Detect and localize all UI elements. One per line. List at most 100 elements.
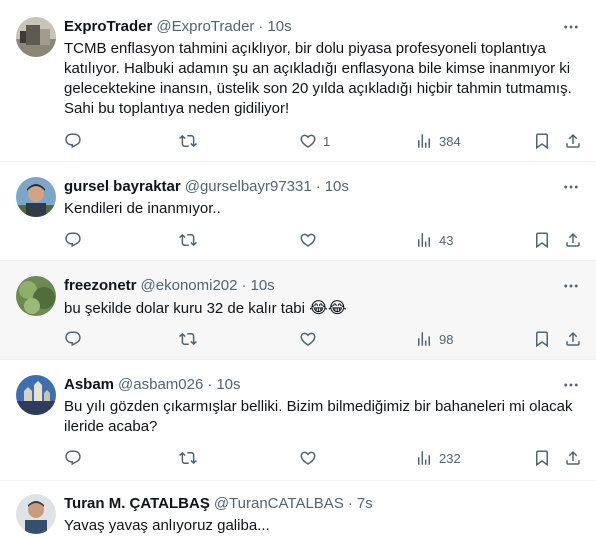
share-icon [564,132,582,150]
share-icon [564,330,582,348]
bookmark-button[interactable] [533,229,551,251]
tweet-text: bu şekilde dolar kuru 32 de kalır tabi [64,300,305,317]
timestamp[interactable]: 10s [267,17,291,37]
like-button[interactable] [299,229,317,251]
like-icon [299,330,317,348]
reply-button[interactable] [64,328,82,350]
user-handle[interactable]: @gurselbayr97331 [185,177,312,197]
views-icon [415,449,433,467]
more-icon [562,277,580,295]
bookmark-button[interactable] [533,130,551,152]
avatar[interactable] [16,375,56,415]
views-button[interactable]: 384 [415,130,461,152]
tweet-actions: 43 [64,229,582,251]
like-icon [299,132,317,150]
views-button[interactable]: 98 [415,328,453,350]
retweet-icon [179,449,197,467]
tweet-item[interactable]: gursel bayraktar @gurselbayr97331 · 10s … [0,162,596,261]
like-icon [299,449,317,467]
reply-icon [64,231,82,249]
timestamp[interactable]: 10s [216,375,240,395]
user-handle[interactable]: @TuranCATALBAS [214,494,344,514]
retweet-icon [179,132,197,150]
tweet-item[interactable]: ExproTrader @ExproTrader · 10s TCMB enfl… [0,0,596,162]
bookmark-icon [533,132,551,150]
bookmark-button[interactable] [533,328,551,350]
tweet-item[interactable]: freezonetr @ekonomi202 · 10s bu şekilde … [0,261,596,360]
bookmark-button[interactable] [533,447,551,469]
timestamp[interactable]: 10s [250,276,274,296]
more-options-button[interactable] [560,276,582,296]
display-name[interactable]: Asbam [64,375,114,395]
avatar[interactable] [16,494,56,534]
views-icon [415,231,433,249]
share-button[interactable] [564,447,582,469]
reply-icon [64,330,82,348]
more-icon [562,178,580,196]
bookmark-icon [533,449,551,467]
like-button[interactable] [299,447,317,469]
views-icon [415,330,433,348]
view-count: 384 [439,133,461,149]
tweet-header: freezonetr @ekonomi202 · 10s [64,261,596,296]
tweet-header: gursel bayraktar @gurselbayr97331 · 10s [64,162,596,197]
reply-icon [64,132,82,150]
like-button[interactable] [299,328,317,350]
tweet-item[interactable]: Turan M. ÇATALBAŞ @TuranCATALBAS · 7s Ya… [0,481,596,538]
reply-feed: ExproTrader @ExproTrader · 10s TCMB enfl… [0,0,596,538]
display-name[interactable]: Turan M. ÇATALBAŞ [64,494,210,514]
tweet-actions: 232 [64,447,582,469]
retweet-button[interactable] [179,447,197,469]
display-name[interactable]: freezonetr [64,276,137,296]
reply-button[interactable] [64,229,82,251]
more-icon [562,376,580,394]
display-name[interactable]: gursel bayraktar [64,177,181,197]
avatar[interactable] [16,276,56,316]
retweet-button[interactable] [179,229,197,251]
tweet-actions: 98 [64,328,582,350]
more-options-button[interactable] [560,17,582,37]
laughing-emoji: 😂😂 [309,298,347,317]
more-options-button[interactable] [560,375,582,395]
tweet-header: Turan M. ÇATALBAŞ @TuranCATALBAS · 7s [64,481,596,514]
bookmark-icon [533,231,551,249]
views-button[interactable]: 232 [415,447,461,469]
share-button[interactable] [564,328,582,350]
retweet-button[interactable] [179,328,197,350]
share-button[interactable] [564,130,582,152]
timestamp[interactable]: 7s [357,494,373,514]
share-icon [564,449,582,467]
tweet-text: Kendileri de inanmıyor.. [64,200,221,217]
views-icon [415,132,433,150]
display-name[interactable]: ExproTrader [64,17,152,37]
reply-icon [64,449,82,467]
avatar[interactable] [16,17,56,57]
bookmark-icon [533,330,551,348]
user-handle[interactable]: @ExproTrader [156,17,254,37]
tweet-text: Bu yılı gözden çıkarmışlar belliki. Bizi… [64,398,573,435]
retweet-icon [179,330,197,348]
avatar[interactable] [16,177,56,217]
share-button[interactable] [564,229,582,251]
timestamp[interactable]: 10s [325,177,349,197]
separator-dot: · [315,178,321,195]
like-count: 1 [323,133,331,149]
reply-button[interactable] [64,130,82,152]
user-handle[interactable]: @ekonomi202 [141,276,238,296]
separator-dot: · [258,18,264,35]
reply-button[interactable] [64,447,82,469]
tweet-text: Yavaş yavaş anlıyoruz galiba... [64,517,270,534]
views-button[interactable]: 43 [415,229,453,251]
tweet-header: ExproTrader @ExproTrader · 10s [64,0,596,37]
separator-dot: · [207,376,213,393]
tweet-header: Asbam @asbam026 · 10s [64,360,596,395]
retweet-button[interactable] [179,130,197,152]
more-options-button[interactable] [560,177,582,197]
user-handle[interactable]: @asbam026 [118,375,203,395]
tweet-text-row: bu şekilde dolar kuru 32 de kalır tabi 😂… [64,298,596,319]
like-button[interactable]: 1 [299,130,330,152]
view-count: 98 [439,331,454,347]
view-count: 43 [439,232,454,248]
separator-dot: · [347,495,353,512]
tweet-item[interactable]: Asbam @asbam026 · 10s Bu yılı gözden çık… [0,360,596,481]
